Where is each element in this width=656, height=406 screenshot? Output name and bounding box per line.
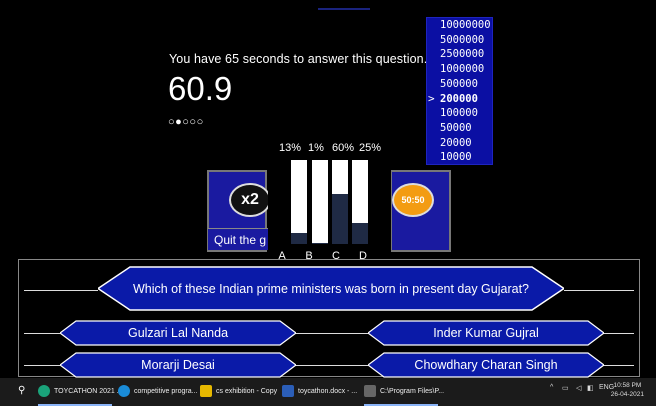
word-icon: [282, 385, 294, 398]
option-d-label: Chowdhary Charan Singh: [414, 358, 558, 372]
ladder-item: 5000000: [440, 33, 485, 46]
poll-bar-b: [312, 160, 328, 244]
poll-percent-b: 1%: [308, 142, 324, 154]
poll-bar-d: [352, 160, 368, 244]
taskbar-item-program-files[interactable]: C:\Program Files\P...: [364, 382, 444, 402]
chevron-up-icon[interactable]: ^: [550, 384, 553, 391]
poll-bar-fill: [332, 193, 348, 244]
question-box: Which of these Indian prime ministers wa…: [98, 265, 564, 312]
ladder-item: 2500000: [440, 48, 485, 61]
option-connector: [24, 365, 60, 366]
poll-bar-fill: [312, 243, 328, 244]
quit-button[interactable]: Quit the g: [208, 228, 268, 250]
ladder-item: 1000000: [440, 63, 485, 76]
double-dip-lifeline-button[interactable]: x2: [229, 183, 271, 217]
clock[interactable]: 10:58 PM 26-04-2021: [611, 381, 644, 399]
option-connector: [600, 333, 634, 334]
option-c-label: Morarji Desai: [141, 358, 215, 372]
volume-icon[interactable]: ◁: [576, 384, 581, 392]
timer-value: 60.9: [168, 70, 233, 107]
timer-message: You have 65 seconds to answer this quest…: [169, 52, 428, 66]
ladder-item: 100000: [440, 107, 478, 120]
terminal-icon: [364, 385, 376, 398]
clock-date: 26-04-2021: [610, 391, 644, 398]
ladder-item-current: >200000: [428, 91, 478, 105]
clock-time: 10:58 PM: [613, 382, 642, 389]
browser-icon: [118, 385, 130, 398]
taskbar-item-toycathon[interactable]: TOYCATHON 2021 ...: [38, 382, 123, 402]
ladder-item: 500000: [440, 77, 478, 90]
option-a-button[interactable]: Gulzari Lal Nanda: [60, 320, 296, 346]
taskbar-item-competitive[interactable]: competitive progra...: [118, 382, 197, 402]
folder-icon: [200, 385, 212, 398]
option-connector: [288, 365, 368, 366]
ladder-item: 10000000: [440, 19, 491, 31]
question-connector-left: [24, 290, 98, 291]
poll-percent-c: 60%: [331, 142, 355, 154]
lifeline-panel-right: 50:50: [390, 170, 451, 252]
option-connector: [600, 365, 634, 366]
option-b-label: Inder Kumar Gujral: [433, 326, 539, 340]
top-accent-line: [318, 8, 370, 10]
option-c-button[interactable]: Morarji Desai: [60, 352, 296, 378]
taskbar-item-word-doc[interactable]: toycathon.docx - ...: [282, 382, 357, 402]
current-level-marker: >: [428, 91, 435, 105]
audience-poll-overlay: 13% 1% 60% 25% A B C D: [268, 138, 391, 272]
ladder-item: 10000: [440, 151, 472, 164]
option-a-label: Gulzari Lal Nanda: [127, 326, 229, 340]
ladder-item: 50000: [440, 121, 472, 134]
question-connector-right: [564, 290, 634, 291]
option-connector: [24, 333, 60, 334]
poll-bar-fill: [291, 233, 307, 244]
network-icon[interactable]: ▭: [562, 384, 569, 392]
fifty-fifty-lifeline-button[interactable]: 50:50: [392, 183, 434, 217]
option-b-button[interactable]: Inder Kumar Gujral: [368, 320, 604, 346]
poll-bar-fill: [352, 223, 368, 244]
ladder-item: 20000: [440, 136, 472, 149]
search-icon[interactable]: ⚲: [18, 385, 25, 396]
question-progress-dots: ○●○○○: [168, 116, 204, 128]
browser-icon: [38, 385, 50, 398]
poll-percent-d: 25%: [358, 142, 382, 154]
question-text: Which of these Indian prime ministers wa…: [132, 281, 530, 296]
battery-icon[interactable]: ◧: [587, 384, 594, 392]
poll-bar-a: [291, 160, 307, 244]
windows-taskbar: ⚲ TOYCATHON 2021 ... competitive progra.…: [0, 378, 656, 406]
option-d-button[interactable]: Chowdhary Charan Singh: [368, 352, 604, 378]
prize-ladder: 10000000 5000000 2500000 1000000 500000 …: [426, 17, 493, 165]
option-connector: [288, 333, 368, 334]
taskbar-item-cs-exhibition[interactable]: cs exhibition - Copy: [200, 382, 277, 402]
poll-bar-c: [332, 160, 348, 244]
